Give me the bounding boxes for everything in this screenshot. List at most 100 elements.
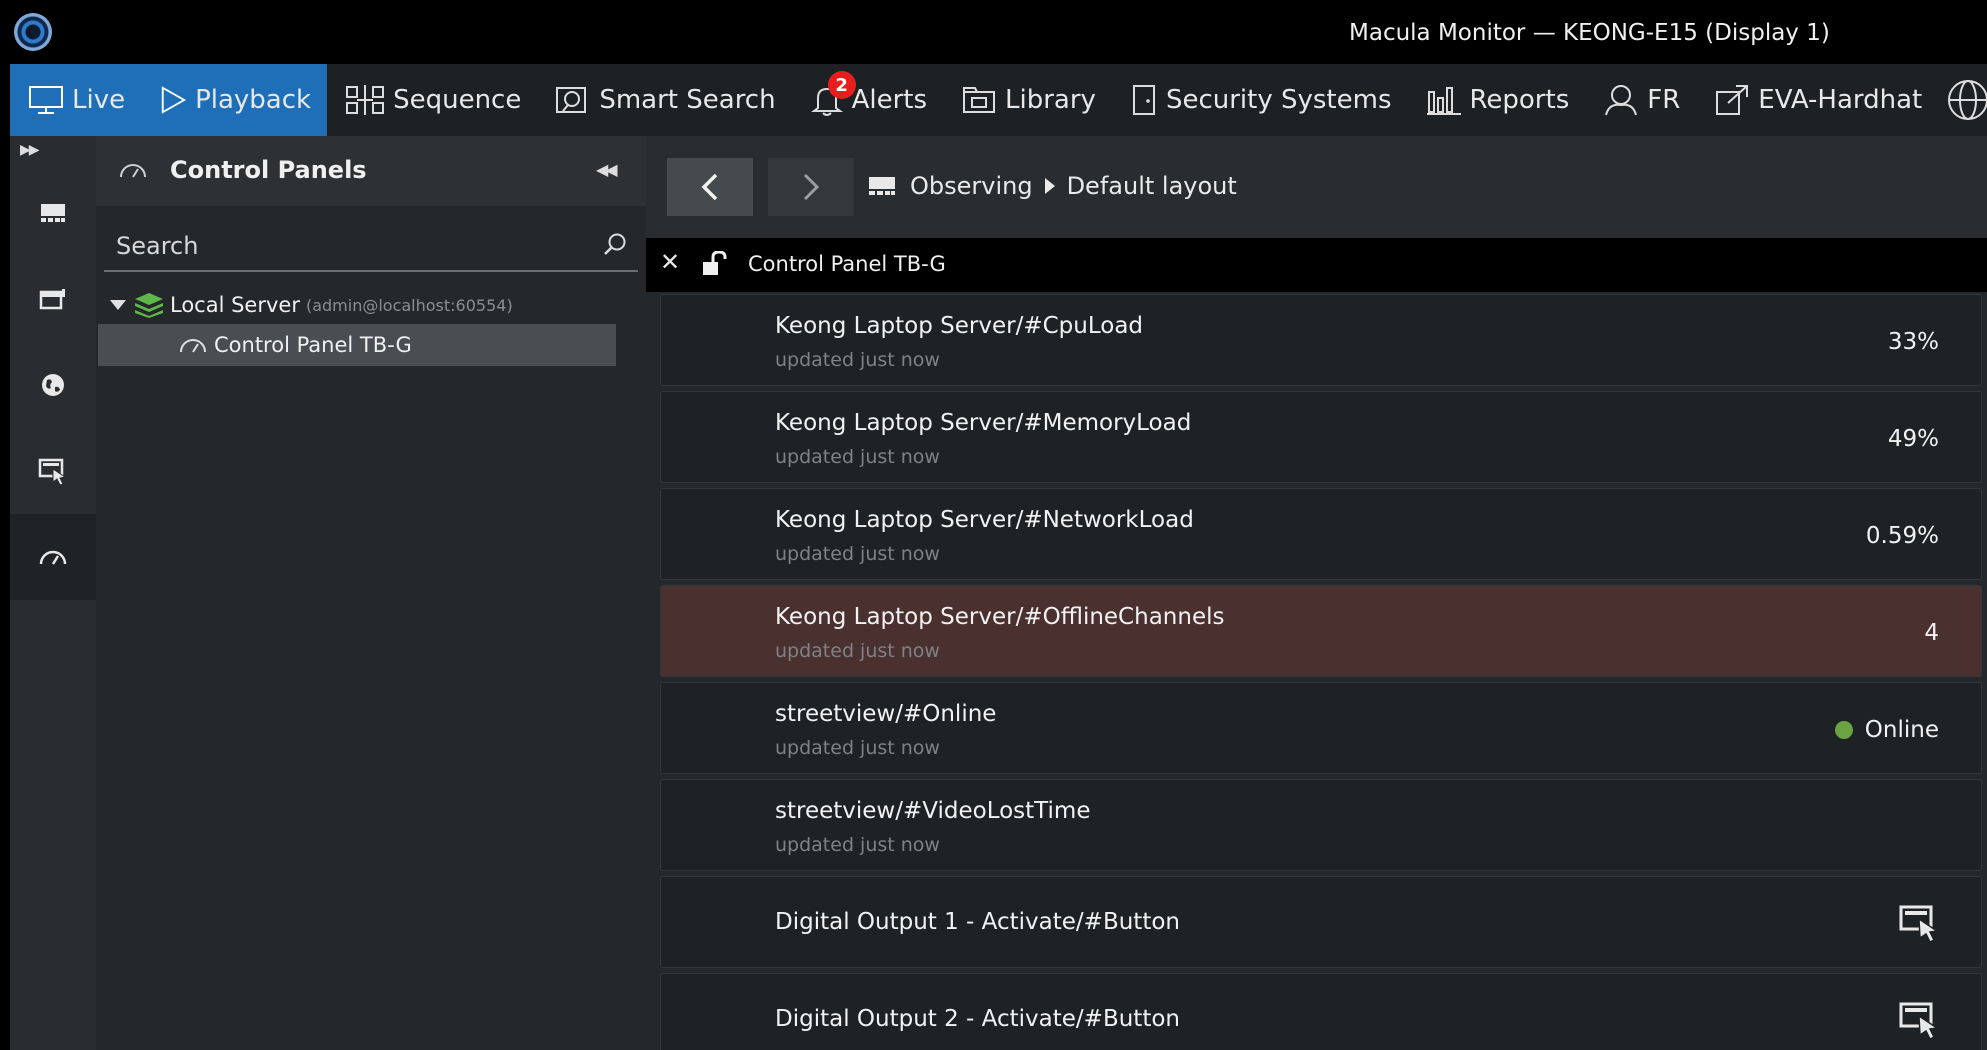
nav-live-label: Live <box>72 85 126 115</box>
breadcrumb-observing[interactable]: Observing <box>910 172 1033 200</box>
app-logo-icon[interactable] <box>14 13 52 51</box>
status-dot-icon <box>1834 721 1853 739</box>
nav-sequence[interactable]: Sequence <box>327 64 537 136</box>
globe-www-icon <box>1948 80 1987 120</box>
row-name: Keong Laptop Server/#CpuLoad <box>775 313 1144 339</box>
row-updated: updated just now <box>775 834 940 856</box>
row-name: streetview/#Online <box>775 701 997 727</box>
row-updated: updated just now <box>775 640 940 662</box>
row-name: streetview/#VideoLostTime <box>775 798 1091 824</box>
tab-title: Control Panel TB-G <box>748 252 946 276</box>
nav-playback[interactable]: Playback <box>141 64 328 136</box>
nav-security-systems-label: Security Systems <box>1165 85 1392 115</box>
search-icon[interactable] <box>602 232 628 258</box>
nav-library-label: Library <box>1005 85 1096 115</box>
nav-eva-hardhat-label: EVA-Hardhat <box>1758 85 1923 115</box>
main-area: Observing Default layout ✕ Control Panel… <box>646 136 1987 1050</box>
row-name: Keong Laptop Server/#OfflineChannels <box>775 604 1225 630</box>
row-value: Online <box>1864 717 1939 743</box>
row-updated: updated just now <box>775 737 940 759</box>
sequence-icon <box>346 85 385 115</box>
control-panel-label: Control Panel TB-G <box>214 333 412 357</box>
panel-row-digital-output-2[interactable]: Digital Output 2 - Activate/#Button <box>660 973 1982 1050</box>
close-icon[interactable]: ✕ <box>660 248 680 276</box>
nav-smart-search-label: Smart Search <box>599 85 776 115</box>
rail-maps-button[interactable] <box>10 342 96 428</box>
breadcrumb: Observing Default layout <box>868 172 1237 200</box>
nav-playback-label: Playback <box>195 85 312 115</box>
sidebar-header: Control Panels ◀◀ <box>96 136 646 206</box>
face-icon <box>1605 85 1638 116</box>
layout-icon <box>41 204 65 222</box>
click-screen-icon <box>38 458 67 485</box>
row-name: Digital Output 2 - Activate/#Button <box>775 1006 1180 1032</box>
row-value: 49% <box>1887 426 1939 452</box>
gauge-icon <box>180 339 206 353</box>
panel-row-networkload[interactable]: Keong Laptop Server/#NetworkLoad updated… <box>660 488 1982 580</box>
row-value: 33% <box>1887 329 1939 355</box>
play-icon <box>161 86 187 114</box>
panel-tab-bar: ✕ Control Panel TB-G <box>646 238 1987 292</box>
main-toolbar: Observing Default layout <box>646 136 1987 238</box>
server-label: Local Server <box>170 293 300 317</box>
alerts-badge: 2 <box>827 71 856 99</box>
rail-layouts-button[interactable] <box>10 170 96 256</box>
nav-fr-label: FR <box>1647 85 1681 115</box>
nav-alerts[interactable]: 2 Alerts <box>792 64 943 136</box>
nav-security-systems[interactable]: Security Systems <box>1112 64 1408 136</box>
collapse-sidebar-icon[interactable]: ◀◀ <box>596 160 618 179</box>
smart-search-icon <box>556 87 587 113</box>
panel-row-offlinechannels[interactable]: Keong Laptop Server/#OfflineChannels upd… <box>660 585 1982 677</box>
back-button[interactable] <box>667 158 753 216</box>
left-rail: ▶▶ <box>10 136 96 1050</box>
top-nav: Live Playback Sequence Smart Search 2 Al… <box>10 64 1987 136</box>
activate-button-icon[interactable] <box>1899 1000 1941 1040</box>
search-input[interactable] <box>116 228 576 264</box>
control-panels-sidebar: Control Panels ◀◀ Local Server (admin@lo… <box>96 136 646 1050</box>
gauge-icon <box>120 164 146 178</box>
tree-node-control-panel[interactable]: Control Panel TB-G <box>98 324 616 366</box>
server-stack-icon <box>135 293 163 318</box>
server-detail: (admin@localhost:60554) <box>305 295 513 315</box>
sidebar-title: Control Panels <box>170 156 367 184</box>
nav-reports[interactable]: Reports <box>1408 64 1586 136</box>
panel-row-online[interactable]: streetview/#Online updated just now Onli… <box>660 682 1982 774</box>
panel-row-videolosttime[interactable]: streetview/#VideoLostTime updated just n… <box>660 779 1982 871</box>
breadcrumb-default-layout[interactable]: Default layout <box>1067 172 1237 200</box>
search-box <box>104 220 638 272</box>
chevron-down-icon[interactable] <box>110 300 126 310</box>
rail-cameras-button[interactable] <box>10 256 96 342</box>
row-value: 0.59% <box>1865 523 1939 549</box>
unlock-icon[interactable] <box>700 251 728 277</box>
rail-control-panels-button[interactable] <box>10 514 96 600</box>
camera-view-icon <box>39 289 65 310</box>
panel-row-cpuload[interactable]: Keong Laptop Server/#CpuLoad updated jus… <box>660 294 1982 386</box>
row-name: Keong Laptop Server/#MemoryLoad <box>775 410 1192 436</box>
tree-node-local-server[interactable]: Local Server (admin@localhost:60554) <box>110 288 513 322</box>
nav-web[interactable] <box>1938 64 1987 136</box>
layout-icon <box>869 177 895 195</box>
row-name: Keong Laptop Server/#NetworkLoad <box>775 507 1194 533</box>
row-updated: updated just now <box>775 446 940 468</box>
nav-eva-hardhat[interactable]: EVA-Hardhat <box>1696 64 1938 136</box>
nav-sequence-label: Sequence <box>393 85 522 115</box>
expand-rail-icon[interactable]: ▶▶ <box>20 142 39 158</box>
nav-live[interactable]: Live <box>10 64 142 136</box>
window-title: Macula Monitor — KEONG-E15 (Display 1) <box>1349 20 1830 46</box>
app-window: Macula Monitor — KEONG-E15 (Display 1) L… <box>0 0 1987 1050</box>
row-name: Digital Output 1 - Activate/#Button <box>775 909 1180 935</box>
door-icon <box>1132 85 1155 115</box>
panel-row-digital-output-1[interactable]: Digital Output 1 - Activate/#Button <box>660 876 1982 968</box>
row-status: Online <box>1834 717 1939 743</box>
forward-button[interactable] <box>768 158 854 216</box>
activate-button-icon[interactable] <box>1899 903 1941 943</box>
rail-actions-button[interactable] <box>10 428 96 514</box>
nav-fr[interactable]: FR <box>1585 64 1696 136</box>
chevron-left-icon <box>701 173 718 201</box>
nav-library[interactable]: Library <box>943 64 1112 136</box>
row-value: 4 <box>1924 620 1939 646</box>
panel-row-memoryload[interactable]: Keong Laptop Server/#MemoryLoad updated … <box>660 391 1982 483</box>
row-updated: updated just now <box>775 349 940 371</box>
breadcrumb-separator-icon <box>1044 178 1055 194</box>
nav-smart-search[interactable]: Smart Search <box>537 64 791 136</box>
